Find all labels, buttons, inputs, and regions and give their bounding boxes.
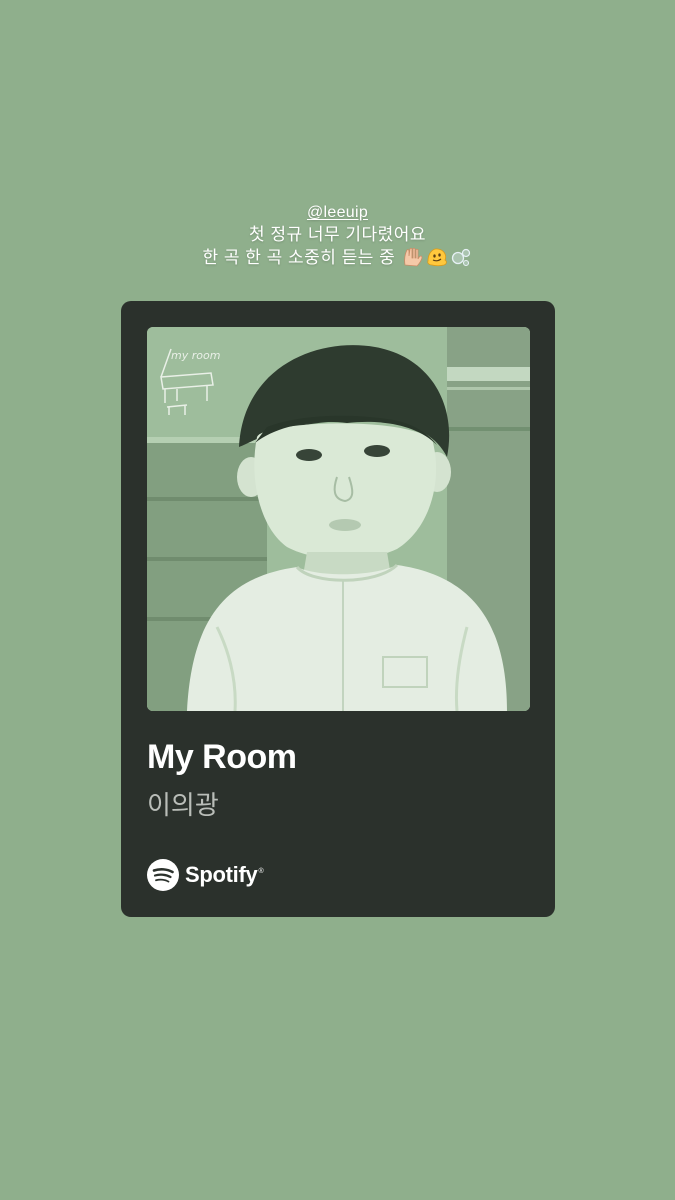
spotify-icon <box>147 859 179 891</box>
album-cover-art: my room <box>147 327 530 711</box>
spotify-wordmark: Spotify <box>185 862 258 887</box>
bubbles-icon <box>452 248 471 267</box>
artist-name[interactable]: 이의광 <box>147 789 219 821</box>
mention-link[interactable]: @leeuip <box>307 203 368 223</box>
caption-line-2: 한 곡 한 곡 소중히 듣는 중 <box>0 246 675 269</box>
melting-face-icon <box>427 248 448 267</box>
track-title[interactable]: My Room <box>147 737 297 777</box>
album-cover[interactable]: my room <box>147 327 530 711</box>
story-caption: @leeuip 첫 정규 너무 기다렸어요 한 곡 한 곡 소중히 듣는 중 <box>0 203 675 269</box>
caption-line-2-text: 한 곡 한 곡 소중히 듣는 중 <box>202 248 396 267</box>
caption-line-1: 첫 정규 너무 기다렸어요 <box>248 225 427 244</box>
spotify-logo[interactable]: Spotify ® <box>147 857 264 893</box>
registered-mark: ® <box>258 868 264 875</box>
raised-hands-icon <box>404 247 423 267</box>
spotify-share-card[interactable]: my room My Room 이의광 Spotify ® <box>121 301 555 917</box>
